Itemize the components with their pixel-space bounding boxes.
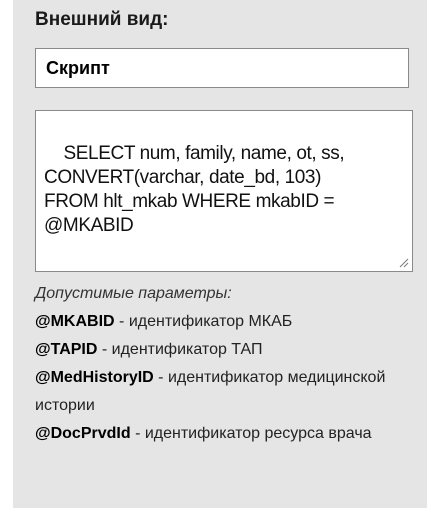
script-name-input[interactable]	[35, 48, 409, 88]
param-name: @TAPID	[35, 341, 98, 358]
param-item: @TAPID - идентификатор ТАП	[35, 336, 415, 364]
param-desc: - идентификатор МКАБ	[114, 313, 293, 330]
param-item: @MedHistoryID - идентификатор медицинско…	[35, 364, 415, 420]
param-item: @MKABID - идентификатор МКАБ	[35, 308, 415, 336]
param-name: @MKABID	[35, 313, 115, 330]
param-desc: - идентификатор ресурса врача	[130, 425, 372, 442]
appearance-panel: Внешний вид: SELECT num, family, name, o…	[13, 0, 427, 508]
resize-grip-icon[interactable]	[398, 257, 409, 268]
params-title: Допустимые параметры:	[35, 285, 232, 302]
script-text: SELECT num, family, name, ot, ss, CONVER…	[44, 143, 345, 236]
param-desc: - идентификатор ТАП	[97, 341, 263, 358]
allowed-params-help: Допустимые параметры: @MKABID - идентифи…	[35, 280, 415, 448]
param-item: @DocPrvdId - идентификатор ресурса врача	[35, 420, 415, 448]
section-title: Внешний вид:	[35, 9, 169, 30]
script-textarea[interactable]: SELECT num, family, name, ot, ss, CONVER…	[35, 110, 413, 272]
param-name: @DocPrvdId	[35, 425, 131, 442]
param-name: @MedHistoryID	[35, 369, 154, 386]
